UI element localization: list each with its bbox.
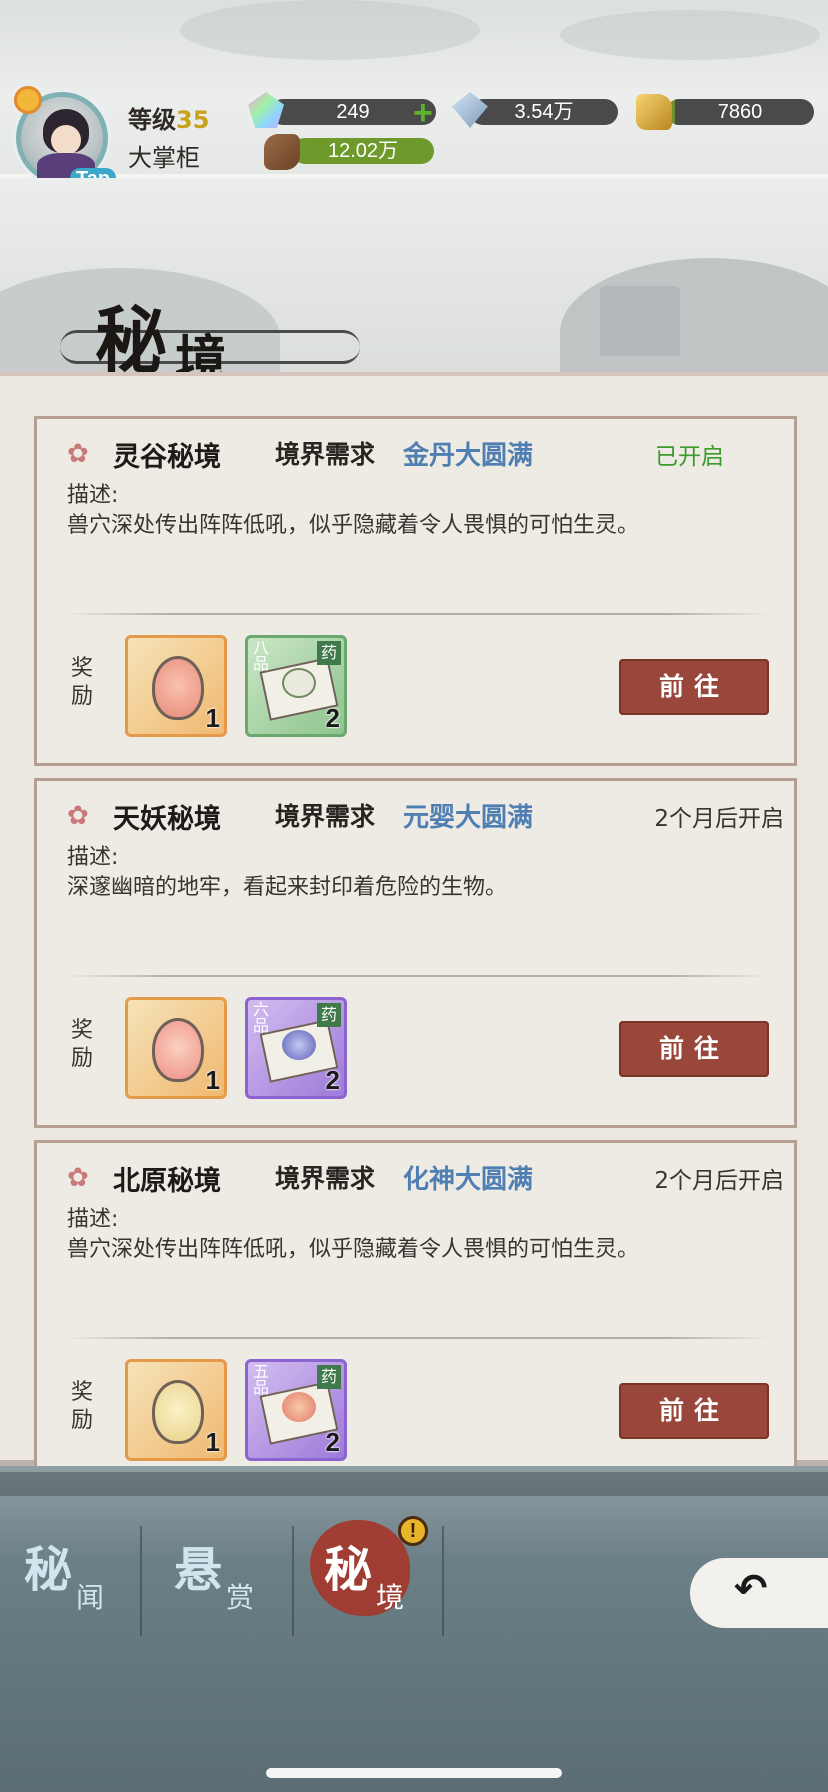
tab-separator xyxy=(442,1526,444,1636)
top-status-bar: Tap 等级35 大掌柜 249 + 3.54万 7860 12.02万 xyxy=(0,0,828,191)
tab-label-small: 境 xyxy=(376,1581,405,1614)
tab-separator xyxy=(292,1526,294,1636)
tab-separator xyxy=(140,1526,142,1636)
gold-counter: 7860 xyxy=(666,99,814,125)
go-button[interactable]: 前往 xyxy=(619,1021,769,1077)
reward-count: 2 xyxy=(325,703,340,733)
realm-status: 2个月后开启 xyxy=(654,806,784,832)
go-button[interactable]: 前往 xyxy=(619,659,769,715)
requirement-value: 化神大圆满 xyxy=(403,1165,534,1195)
spirit-egg-icon xyxy=(152,1018,204,1082)
realm-card: ✿ 天妖秘境 境界需求 元婴大圆满 2个月后开启 描述: 深邃幽暗的地牢，看起来… xyxy=(34,778,797,1128)
realm-description: 兽穴深处传出阵阵低吼，似乎隐藏着令人畏惧的可怕生灵。 xyxy=(67,513,640,538)
tab-secret-news[interactable]: 秘 闻 xyxy=(6,1530,136,1640)
tab-bounty[interactable]: 悬 赏 xyxy=(156,1530,286,1640)
realm-description: 深邃幽暗的地牢，看起来封印着危险的生物。 xyxy=(67,875,508,900)
gold-value: 7860 xyxy=(717,101,763,123)
requirement-value: 金丹大圆满 xyxy=(403,441,534,471)
player-rank: 大掌柜 xyxy=(128,144,200,172)
divider xyxy=(65,975,771,977)
reward-count: 2 xyxy=(325,1427,340,1457)
flower-icon: ✿ xyxy=(67,1163,89,1193)
reward-item-spirit-egg[interactable]: 1 xyxy=(125,635,227,737)
flower-icon: ✿ xyxy=(67,801,89,831)
reward-item-spirit-egg[interactable]: 1 xyxy=(125,1359,227,1461)
herb-tag: 药 xyxy=(317,1365,341,1389)
realm-description: 兽穴深处传出阵阵低吼，似乎隐藏着令人畏惧的可怕生灵。 xyxy=(67,1237,640,1262)
go-button[interactable]: 前往 xyxy=(619,1383,769,1439)
tab-label-small: 闻 xyxy=(76,1581,105,1614)
spirit-egg-icon xyxy=(152,1380,204,1444)
herb-grade: 六品 xyxy=(252,1000,269,1035)
requirement-label: 境界需求 xyxy=(275,802,376,831)
description-label: 描述: xyxy=(67,1207,119,1232)
reward-label: 奖励 xyxy=(71,1380,94,1433)
reward-count: 1 xyxy=(205,703,220,733)
reward-count: 1 xyxy=(205,1065,220,1095)
reward-label: 奖励 xyxy=(71,1018,94,1071)
reward-item-herb[interactable]: 五品 药 2 xyxy=(245,1359,347,1461)
reward-count: 1 xyxy=(205,1427,220,1457)
realm-status: 已开启 xyxy=(655,444,724,470)
realm-list-panel[interactable]: ✿ 灵谷秘境 境界需求 金丹大圆满 已开启 描述: 兽穴深处传出阵阵低吼，似乎隐… xyxy=(0,372,828,1470)
tab-label-big: 秘 xyxy=(24,1542,73,1598)
crystal-counter: 3.54万 xyxy=(470,99,618,125)
tab-label-big: 秘 xyxy=(324,1542,373,1598)
realm-name: 灵谷秘境 xyxy=(113,442,221,473)
realm-status: 2个月后开启 xyxy=(654,1168,784,1194)
spirit-egg-icon xyxy=(152,656,204,720)
herb-bloom xyxy=(282,668,316,698)
gold-ingot-icon xyxy=(636,94,672,130)
realm-card: ✿ 灵谷秘境 境界需求 金丹大圆满 已开启 描述: 兽穴深处传出阵阵低吼，似乎隐… xyxy=(34,416,797,766)
requirement-label: 境界需求 xyxy=(275,1164,376,1193)
wood-value: 12.02万 xyxy=(327,140,399,162)
realm-name: 天妖秘境 xyxy=(113,804,221,835)
crystal-value: 3.54万 xyxy=(514,101,574,123)
page-title-main: 秘 xyxy=(95,298,176,383)
tab-secret-realm[interactable]: 秘 境 xyxy=(306,1530,436,1640)
bottom-navigation: 秘 闻 悬 赏 秘 境 ! ↶ xyxy=(0,1466,828,1792)
spirit-gem-counter: 249 xyxy=(270,99,436,125)
alert-icon: ! xyxy=(398,1516,428,1546)
reward-label: 奖励 xyxy=(71,656,94,709)
herb-bloom xyxy=(282,1030,316,1060)
requirement-value: 元婴大圆满 xyxy=(403,803,534,833)
herb-tag: 药 xyxy=(317,1003,341,1027)
wood-counter: 12.02万 xyxy=(292,138,434,164)
spirit-gem-value: 249 xyxy=(336,101,370,123)
description-label: 描述: xyxy=(67,483,119,508)
level-value: 35 xyxy=(176,106,210,134)
divider xyxy=(65,613,771,615)
level-label: 等级 xyxy=(128,106,176,134)
tab-label-small: 赏 xyxy=(226,1581,255,1614)
flower-icon: ✿ xyxy=(67,439,89,469)
mist-decoration xyxy=(180,0,480,60)
realm-card: ✿ 北原秘境 境界需求 化神大圆满 2个月后开启 描述: 兽穴深处传出阵阵低吼，… xyxy=(34,1140,797,1470)
description-label: 描述: xyxy=(67,845,119,870)
sun-icon xyxy=(14,86,42,114)
back-button[interactable]: ↶ xyxy=(690,1558,828,1628)
home-indicator[interactable] xyxy=(266,1768,562,1778)
requirement-label: 境界需求 xyxy=(275,440,376,469)
herb-grade: 五品 xyxy=(252,1362,269,1397)
herb-bloom xyxy=(282,1392,316,1422)
add-spirit-gem-button[interactable]: + xyxy=(413,96,433,130)
reward-item-herb[interactable]: 八品 药 2 xyxy=(245,635,347,737)
avatar-face xyxy=(51,125,81,155)
wood-log-icon xyxy=(264,134,300,170)
player-level: 等级35 xyxy=(128,100,209,135)
herb-tag: 药 xyxy=(317,641,341,665)
herb-grade: 八品 xyxy=(252,638,269,673)
reward-item-spirit-egg[interactable]: 1 xyxy=(125,997,227,1099)
reward-count: 2 xyxy=(325,1065,340,1095)
pavilion-decoration xyxy=(600,286,680,356)
back-arrow-icon: ↶ xyxy=(734,1566,768,1612)
nav-strip xyxy=(0,1472,828,1496)
tab-label-big: 悬 xyxy=(174,1542,223,1598)
mist-decoration xyxy=(560,10,820,60)
reward-item-herb[interactable]: 六品 药 2 xyxy=(245,997,347,1099)
realm-name: 北原秘境 xyxy=(113,1166,221,1197)
divider xyxy=(65,1337,771,1339)
